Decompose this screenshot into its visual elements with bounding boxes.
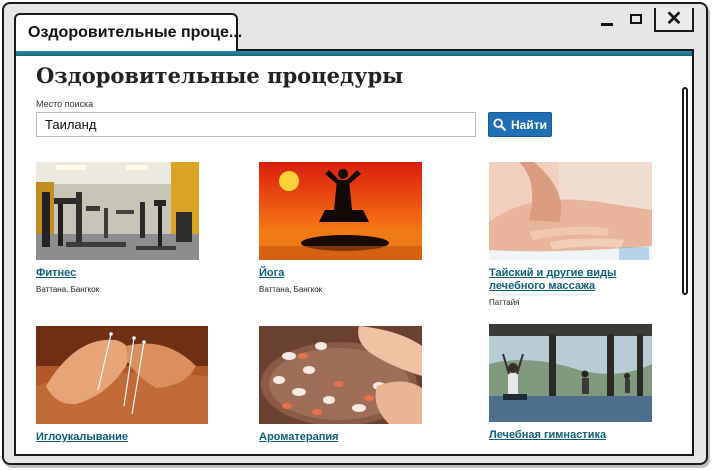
back-massage-photo[interactable] bbox=[489, 162, 652, 260]
page-title: Оздоровительные процедуры bbox=[36, 63, 404, 88]
result-title-link[interactable]: Иглоукалывание bbox=[36, 431, 206, 444]
search-icon bbox=[493, 118, 506, 131]
result-card-thai-massage: Тайский и другие виды лечебного массажа … bbox=[489, 162, 659, 307]
result-card-yoga: Йога Ваттана, Бангкок bbox=[259, 162, 429, 294]
search-button[interactable]: Найти bbox=[488, 112, 552, 137]
gym-equipment-photo[interactable] bbox=[36, 162, 199, 260]
flower-petals-bowl-photo[interactable] bbox=[259, 326, 422, 424]
maximize-icon bbox=[630, 14, 642, 24]
page-content: Оздоровительные процедуры Место поиска Н… bbox=[14, 49, 694, 456]
acupuncture-photo[interactable] bbox=[36, 326, 208, 424]
tab-title: Оздоровительные проце... bbox=[28, 24, 243, 41]
header-accent-bar bbox=[16, 51, 692, 56]
result-card-fitness: Фитнес Ваттана, Бангкок bbox=[36, 162, 206, 294]
result-location: Ваттана, Бангкок bbox=[36, 285, 100, 294]
result-card-acupuncture: Иглоукалывание bbox=[36, 326, 208, 444]
maximize-button[interactable] bbox=[621, 8, 651, 30]
close-icon: ✕ bbox=[665, 8, 683, 30]
result-title-link[interactable]: Тайский и другие виды лечебного массажа bbox=[489, 267, 659, 293]
search-button-label: Найти bbox=[511, 117, 547, 132]
result-title-link[interactable]: Лечебная гимнастика bbox=[489, 429, 659, 442]
result-title-link[interactable]: Фитнес bbox=[36, 267, 206, 280]
close-button[interactable]: ✕ bbox=[654, 8, 694, 32]
result-title-link[interactable]: Ароматерапия bbox=[259, 431, 429, 444]
result-title-link[interactable]: Йога bbox=[259, 267, 429, 280]
result-card-therapeutic-gymnastics: Лечебная гимнастика bbox=[489, 324, 659, 442]
search-input[interactable] bbox=[36, 112, 476, 137]
browser-tab[interactable]: Оздоровительные проце... bbox=[14, 13, 242, 51]
group-yoga-terrace-photo[interactable] bbox=[489, 324, 652, 422]
vertical-scrollbar[interactable] bbox=[682, 87, 688, 295]
minimize-button[interactable] bbox=[593, 8, 621, 30]
minimize-icon bbox=[601, 22, 613, 26]
result-location: Паттайя bbox=[489, 298, 520, 307]
result-location: Ваттана, Бангкок bbox=[259, 285, 323, 294]
yoga-sunset-silhouette-photo[interactable] bbox=[259, 162, 422, 260]
search-label: Место поиска bbox=[36, 99, 94, 109]
browser-window: Оздоровительные проце... ✕ Оздоровительн… bbox=[2, 2, 708, 465]
result-card-aromatherapy: Ароматерапия bbox=[259, 326, 429, 444]
